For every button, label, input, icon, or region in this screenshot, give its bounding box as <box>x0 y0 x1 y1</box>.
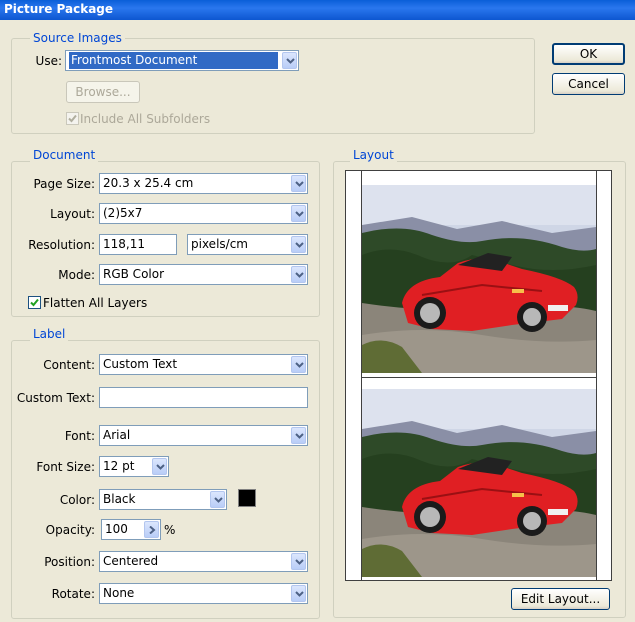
use-dropdown[interactable]: Frontmost Document <box>65 50 299 71</box>
chevron-down-icon[interactable] <box>291 175 306 192</box>
layout-value: (2)5x7 <box>103 206 143 220</box>
chevron-down-icon[interactable] <box>291 585 306 602</box>
color-value: Black <box>103 492 136 506</box>
opacity-label: Opacity: <box>45 523 95 537</box>
document-legend: Document <box>30 148 99 162</box>
position-label: Position: <box>44 555 95 569</box>
page-size-label: Page Size: <box>33 177 95 191</box>
color-swatch[interactable] <box>238 489 256 507</box>
ok-button[interactable]: OK <box>552 43 625 65</box>
car-photo-bottom <box>362 389 596 577</box>
layout-label: Layout: <box>50 207 95 221</box>
include-subfolders-checkbox[interactable] <box>66 112 79 125</box>
position-value: Centered <box>103 554 159 568</box>
preview-page <box>361 171 597 580</box>
package-divider <box>362 377 596 378</box>
custom-text-label: Custom Text: <box>16 391 95 405</box>
content-dropdown[interactable]: Custom Text <box>99 354 308 375</box>
opacity-input[interactable]: 100 <box>101 519 161 540</box>
use-value: Frontmost Document <box>69 52 278 69</box>
checkmark-icon <box>30 298 39 307</box>
browse-button[interactable]: Browse... <box>66 81 140 103</box>
flatten-layers-label: Flatten All Layers <box>43 296 148 310</box>
chevron-down-icon[interactable] <box>152 458 167 475</box>
font-size-dropdown[interactable]: 12 pt <box>99 456 169 477</box>
rotate-dropdown[interactable]: None <box>99 583 308 604</box>
layout-preview <box>345 170 612 581</box>
label-group <box>11 340 320 619</box>
include-subfolders-label: Include All Subfolders <box>80 112 211 126</box>
resolution-unit-dropdown[interactable]: pixels/cm <box>187 234 308 255</box>
font-label: Font: <box>64 429 95 443</box>
chevron-down-icon[interactable] <box>291 236 306 253</box>
content-value: Custom Text <box>103 357 178 371</box>
edit-layout-button[interactable]: Edit Layout... <box>511 588 610 610</box>
rotate-value: None <box>103 586 135 600</box>
content-label: Content: <box>43 358 95 372</box>
opacity-unit: % <box>164 523 176 537</box>
mode-label: Mode: <box>58 268 95 282</box>
custom-text-input[interactable] <box>99 387 308 408</box>
font-size-value: 12 pt <box>103 459 135 473</box>
layout-dropdown[interactable]: (2)5x7 <box>99 203 308 224</box>
resolution-input[interactable]: 118,11 <box>99 234 177 255</box>
rotate-label: Rotate: <box>51 587 95 601</box>
color-label: Color: <box>59 493 95 507</box>
title-bar: Picture Package <box>0 0 635 20</box>
chevron-down-icon[interactable] <box>291 427 306 444</box>
cancel-button[interactable]: Cancel <box>552 73 625 95</box>
flatten-layers-checkbox[interactable] <box>28 296 41 309</box>
mode-dropdown[interactable]: RGB Color <box>99 264 308 285</box>
resolution-label: Resolution: <box>28 238 95 252</box>
page-size-value: 20.3 x 25.4 cm <box>103 176 194 190</box>
car-photo-top <box>362 185 596 373</box>
font-dropdown[interactable]: Arial <box>99 425 308 446</box>
chevron-down-icon[interactable] <box>282 52 297 69</box>
checkmark-icon <box>68 114 77 123</box>
color-dropdown[interactable]: Black <box>99 489 227 510</box>
source-images-legend: Source Images <box>30 31 125 45</box>
page-size-dropdown[interactable]: 20.3 x 25.4 cm <box>99 173 308 194</box>
chevron-down-icon[interactable] <box>210 491 225 508</box>
chevron-down-icon[interactable] <box>291 553 306 570</box>
use-label: Use: <box>35 54 62 68</box>
layout-legend: Layout <box>350 148 397 162</box>
chevron-down-icon[interactable] <box>291 205 306 222</box>
label-legend: Label <box>30 327 69 341</box>
resolution-unit-value: pixels/cm <box>191 237 248 251</box>
opacity-value: 100 <box>105 522 128 536</box>
window-title: Picture Package <box>4 2 114 16</box>
chevron-down-icon[interactable] <box>291 266 306 283</box>
font-size-label: Font Size: <box>36 460 95 474</box>
chevron-right-icon[interactable] <box>144 521 159 538</box>
mode-value: RGB Color <box>103 267 165 281</box>
position-dropdown[interactable]: Centered <box>99 551 308 572</box>
font-value: Arial <box>103 428 131 442</box>
chevron-down-icon[interactable] <box>291 356 306 373</box>
